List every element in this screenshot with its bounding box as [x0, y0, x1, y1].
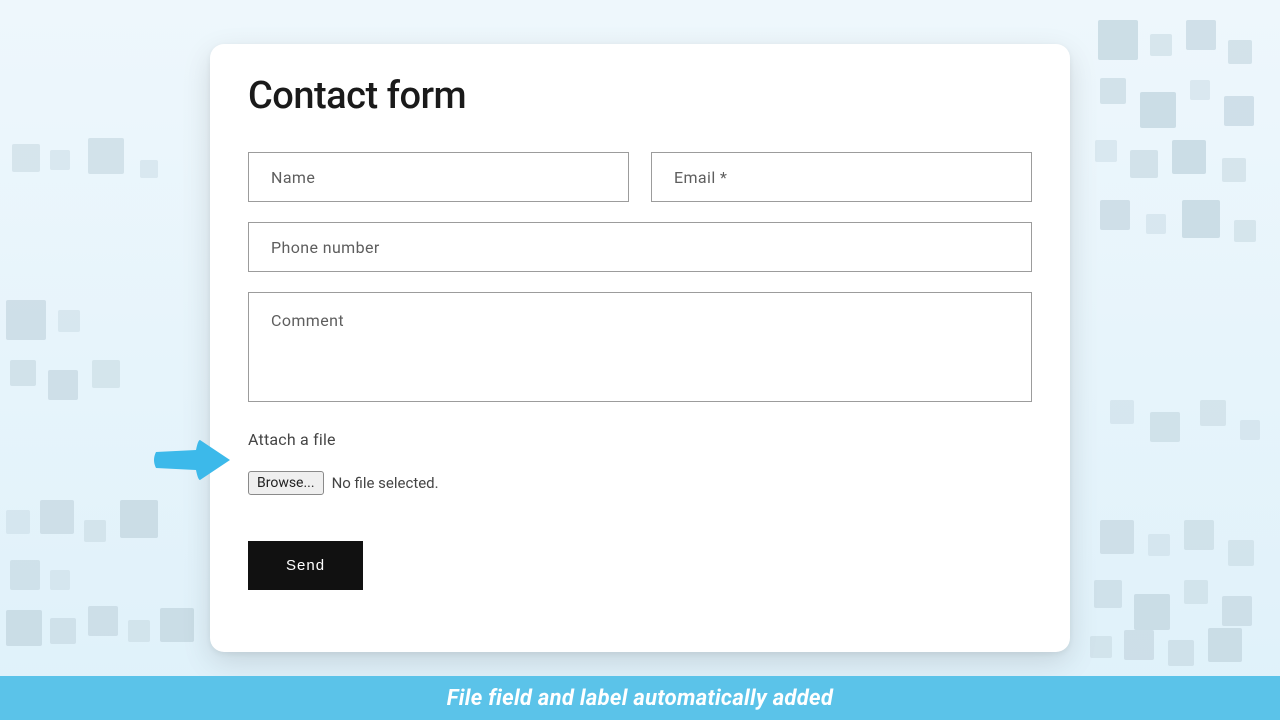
comment-placeholder: Comment: [271, 311, 344, 330]
email-field[interactable]: Email *: [651, 152, 1032, 202]
email-placeholder: Email *: [674, 168, 727, 187]
phone-placeholder: Phone number: [271, 238, 380, 257]
send-button[interactable]: Send: [248, 541, 363, 590]
caption-text: File field and label automatically added: [447, 686, 833, 711]
name-field[interactable]: Name: [248, 152, 629, 202]
comment-field[interactable]: Comment: [248, 292, 1032, 402]
contact-form-card: Contact form Name Email * Phone number C…: [210, 44, 1070, 652]
file-input-row: Browse... No file selected.: [248, 471, 1032, 495]
file-status-text: No file selected.: [332, 474, 439, 492]
caption-bar: File field and label automatically added: [0, 676, 1280, 720]
phone-field[interactable]: Phone number: [248, 222, 1032, 272]
attach-file-label: Attach a file: [248, 430, 1032, 449]
callout-arrow-icon: [148, 430, 238, 490]
browse-button[interactable]: Browse...: [248, 471, 324, 495]
name-placeholder: Name: [271, 168, 315, 187]
form-title: Contact form: [248, 74, 1032, 118]
